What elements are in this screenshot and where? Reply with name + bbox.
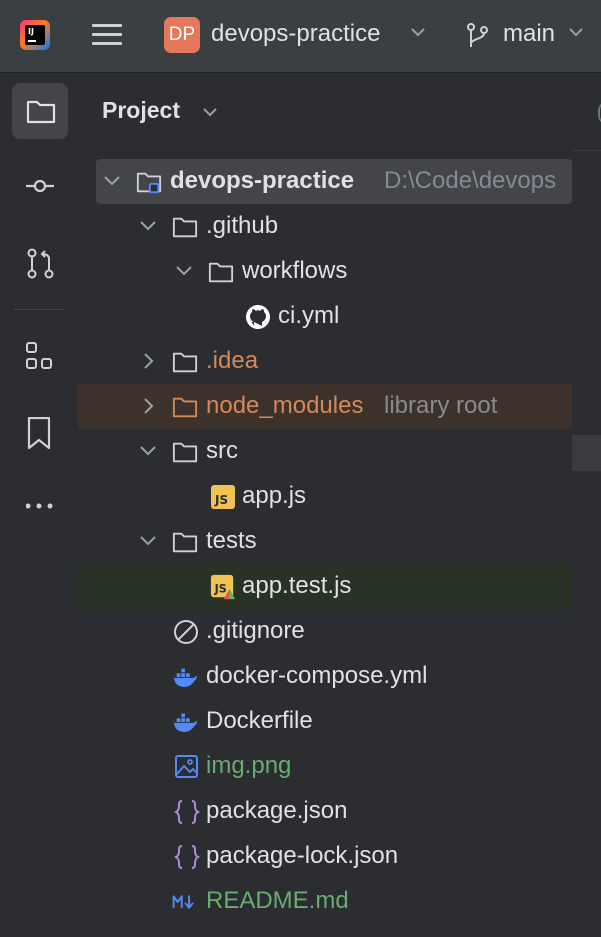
tree-label: tests xyxy=(206,527,257,554)
chevron-down-icon[interactable] xyxy=(202,106,218,118)
tree-row-package-lock-json[interactable]: package-lock.json xyxy=(78,834,572,879)
tree-label: docker-compose.yml xyxy=(206,662,428,689)
tree-row-tests[interactable]: tests xyxy=(78,519,572,564)
title-bar: IJ DP devops-practice main xyxy=(0,0,601,73)
structure-tool-button[interactable] xyxy=(12,328,68,384)
logo-text: IJ xyxy=(28,27,34,36)
chevron-right-icon[interactable] xyxy=(138,396,158,416)
tree-row-readme[interactable]: README.md xyxy=(78,879,572,924)
intellij-logo-icon[interactable]: IJ xyxy=(20,20,50,50)
root-path: D:\Code\devops xyxy=(384,167,557,194)
chevron-right-icon[interactable] xyxy=(138,351,158,371)
editor-tab-strip xyxy=(572,73,601,151)
chevron-down-icon[interactable] xyxy=(138,531,158,551)
tool-window-stripe xyxy=(0,73,78,937)
pull-requests-icon xyxy=(27,248,54,279)
structure-icon xyxy=(26,342,52,369)
tree-label: .github xyxy=(206,212,279,239)
folder-icon xyxy=(172,352,198,373)
pull-requests-tool-button[interactable] xyxy=(12,233,68,289)
folder-icon xyxy=(26,100,56,124)
tree-label: src xyxy=(206,437,238,464)
json-file-icon xyxy=(174,800,200,824)
tree-row-app-test-js[interactable]: JS app.test.js xyxy=(78,564,572,609)
tree-row-dockerfile[interactable]: Dockerfile xyxy=(78,699,572,744)
project-switcher[interactable]: devops-practice xyxy=(211,20,380,48)
library-root-hint: library root xyxy=(384,392,498,419)
tree-label: package-lock.json xyxy=(206,842,399,869)
tree-row-gitignore[interactable]: .gitignore xyxy=(78,609,572,654)
tree-row-img-png[interactable]: img.png xyxy=(78,744,572,789)
current-line-highlight xyxy=(572,435,601,471)
docker-icon xyxy=(173,713,198,732)
tree-label: node_modules xyxy=(206,392,364,419)
tree-row-workflows[interactable]: workflows xyxy=(78,249,572,294)
panel-title[interactable]: Project xyxy=(102,97,180,124)
bookmark-icon xyxy=(27,417,51,450)
chevron-down-icon[interactable] xyxy=(174,261,194,281)
branch-switcher[interactable]: main xyxy=(503,20,555,48)
image-file-icon xyxy=(175,755,198,778)
bookmarks-tool-button[interactable] xyxy=(12,403,68,459)
github-icon xyxy=(246,305,270,329)
chevron-down-icon[interactable] xyxy=(138,441,158,461)
tree-label: app.js xyxy=(242,482,307,509)
svg-text:JS: JS xyxy=(214,493,228,507)
folder-icon xyxy=(172,217,198,238)
tree-row-github[interactable]: .github xyxy=(78,204,572,249)
javascript-file-icon: JS xyxy=(211,485,235,509)
git-branch-icon[interactable] xyxy=(466,22,490,50)
ignore-file-icon xyxy=(174,620,198,644)
excluded-folder-icon xyxy=(172,397,198,418)
json-file-icon xyxy=(174,845,200,869)
tree-label: app.test.js xyxy=(242,572,352,599)
tree-row-src[interactable]: src xyxy=(78,429,572,474)
tree-row-idea[interactable]: .idea xyxy=(78,339,572,384)
folder-icon xyxy=(172,442,198,463)
folder-icon xyxy=(208,262,234,283)
more-tools-button[interactable] xyxy=(12,478,68,534)
chevron-down-icon[interactable] xyxy=(138,216,158,236)
commit-tool-button[interactable] xyxy=(12,158,68,214)
javascript-test-file-icon: JS xyxy=(210,574,236,600)
tree-label: package.json xyxy=(206,797,348,824)
more-icon xyxy=(26,503,53,509)
tree-label: Dockerfile xyxy=(206,707,313,734)
tree-label: .idea xyxy=(206,347,259,374)
editor-area[interactable] xyxy=(572,73,601,937)
tree-row-ci-yml[interactable]: ci.yml xyxy=(78,294,572,339)
main-menu-button[interactable] xyxy=(92,20,124,50)
chevron-down-icon[interactable] xyxy=(102,171,122,191)
chevron-down-icon[interactable] xyxy=(410,26,426,38)
editor-gutter xyxy=(572,151,601,937)
markdown-file-icon xyxy=(172,895,194,910)
tree-row-package-json[interactable]: package.json xyxy=(78,789,572,834)
tree-row-node-modules[interactable]: node_modules library root xyxy=(78,384,572,429)
tree-label: img.png xyxy=(206,752,292,779)
commit-icon xyxy=(26,179,54,193)
folder-icon xyxy=(172,532,198,553)
tree-label: ci.yml xyxy=(278,302,340,329)
project-panel: Project devops-practice D:\Code\devops .… xyxy=(78,73,572,937)
tree-label: devops-practice xyxy=(170,167,355,194)
tree-row-docker-compose[interactable]: docker-compose.yml xyxy=(78,654,572,699)
tree-row-root[interactable]: devops-practice D:\Code\devops xyxy=(96,159,572,204)
chevron-down-icon[interactable] xyxy=(568,26,584,38)
module-folder-icon xyxy=(136,172,162,194)
project-badge[interactable]: DP xyxy=(164,17,200,53)
tree-row-app-js[interactable]: JS app.js xyxy=(78,474,572,519)
tree-label: .gitignore xyxy=(206,617,305,644)
svg-text:JS: JS xyxy=(214,583,227,596)
project-tool-button[interactable] xyxy=(12,83,68,139)
docker-icon xyxy=(173,668,198,687)
tree-label: README.md xyxy=(206,887,349,914)
tree-label: workflows xyxy=(242,257,348,284)
